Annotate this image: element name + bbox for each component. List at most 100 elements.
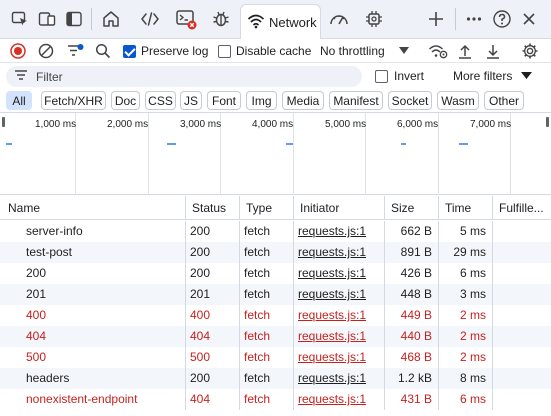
cell-name: headers — [0, 368, 186, 389]
cell-initiator-link[interactable]: requests.js:1 — [294, 305, 385, 326]
table-row[interactable]: 200 200 fetch requests.js:1 426 B6 ms — [0, 263, 551, 284]
overview-right-handle[interactable] — [546, 117, 549, 127]
column-header-initiator[interactable]: Initiator — [294, 196, 385, 220]
cell-time: 8 ms — [439, 368, 493, 389]
cell-name: 200 — [0, 263, 186, 284]
table-row[interactable]: 500 500 fetch requests.js:1 468 B2 ms — [0, 347, 551, 368]
cell-size: 662 B — [385, 221, 439, 242]
chip-js[interactable]: JS — [180, 91, 202, 110]
column-header-type[interactable]: Type — [240, 196, 294, 220]
dock-side-icon[interactable] — [63, 8, 85, 30]
cell-initiator-link[interactable]: requests.js:1 — [294, 242, 385, 263]
timeline-tick-label: 7,000 ms — [470, 119, 512, 130]
cell-size: 440 B — [385, 326, 439, 347]
clear-log-button[interactable] — [38, 41, 54, 61]
column-header-status[interactable]: Status — [186, 196, 240, 220]
chip-all[interactable]: All — [6, 91, 32, 110]
timeline-tick-label: 5,000 ms — [325, 119, 367, 130]
cell-size: 448 B — [385, 284, 439, 305]
cell-status: 200 — [186, 368, 240, 389]
more-options-icon[interactable] — [463, 8, 485, 30]
more-filters-label: More filters — [453, 69, 513, 83]
chip-font[interactable]: Font — [207, 91, 241, 110]
welcome-home-icon[interactable] — [100, 8, 122, 30]
cell-initiator-link[interactable]: requests.js:1 — [294, 368, 385, 389]
preserve-log-checkbox[interactable]: Preserve log — [123, 41, 208, 61]
chip-media[interactable]: Media — [282, 91, 324, 110]
filter-toggle-icon[interactable] — [66, 41, 84, 61]
chip-other[interactable]: Other — [484, 91, 524, 110]
device-emulation-icon[interactable] — [36, 8, 58, 30]
timeline-gridline — [438, 113, 439, 195]
throttling-value: No throttling — [320, 44, 385, 58]
cell-time: 2 ms — [439, 347, 493, 368]
more-tabs-plus-icon[interactable] — [425, 8, 447, 30]
table-row[interactable]: test-post 200 fetch requests.js:1 891 B 29 ms — [0, 242, 551, 263]
column-header-size[interactable]: Size — [385, 196, 439, 220]
preserve-log-check-icon — [123, 44, 136, 58]
cell-type: fetch — [240, 284, 294, 305]
cell-fulfilled-by — [493, 326, 551, 347]
cell-size: 468 B — [385, 347, 439, 368]
network-overview-timeline[interactable]: 1,000 ms 2,000 ms 3,000 ms 4,000 ms 5,00… — [0, 113, 551, 195]
console-icon[interactable] — [175, 8, 197, 30]
elements-code-icon[interactable] — [139, 8, 161, 30]
chip-socket[interactable]: Socket — [388, 91, 432, 110]
more-filters-dropdown[interactable]: More filters — [453, 69, 533, 83]
sources-bug-icon[interactable] — [210, 8, 232, 30]
cell-status: 201 — [186, 284, 240, 305]
cell-name: test-post — [0, 242, 186, 263]
network-toolbar: Preserve log Disable cache No throttling — [0, 39, 551, 63]
inspect-element-icon[interactable] — [9, 8, 31, 30]
cell-initiator-link[interactable]: requests.js:1 — [294, 221, 385, 242]
table-row[interactable]: headers 200 fetch requests.js:1 1.2 kB 8 ms — [0, 368, 551, 389]
overview-left-handle[interactable] — [2, 117, 5, 127]
chip-manifest[interactable]: Manifest — [329, 91, 383, 110]
column-header-time[interactable]: Time — [439, 196, 493, 220]
chip-img[interactable]: Img — [246, 91, 277, 110]
table-row[interactable]: 201 201 fetch requests.js:1 448 B3 ms — [0, 284, 551, 305]
table-row[interactable]: server-info 200 fetch requests.js:1 662 B5 m… — [0, 221, 551, 242]
chevron-down-icon — [521, 69, 533, 83]
cell-initiator-link[interactable]: requests.js:1 — [294, 284, 385, 305]
disable-cache-checkbox[interactable]: Disable cache — [218, 41, 311, 61]
chip-fetch-xhr[interactable]: Fetch/XHR — [41, 91, 106, 110]
column-header-fulfilled-by[interactable]: Fulfille... — [493, 196, 551, 220]
performance-gauge-icon[interactable] — [328, 8, 350, 30]
chip-css[interactable]: CSS — [145, 91, 176, 110]
column-header-name[interactable]: Name — [0, 196, 186, 220]
timeline-tick-label: 4,000 ms — [252, 119, 294, 130]
search-icon[interactable] — [95, 41, 111, 61]
close-devtools-icon[interactable] — [518, 8, 540, 30]
cell-initiator-link[interactable]: requests.js:1 — [294, 326, 385, 347]
network-settings-gear-icon[interactable] — [521, 41, 539, 61]
cell-initiator-link[interactable]: requests.js:1 — [294, 347, 385, 368]
invert-checkbox[interactable]: Invert — [375, 69, 424, 83]
table-row[interactable]: 404 404 fetch requests.js:1 440 B2 ms — [0, 326, 551, 347]
network-conditions-icon[interactable] — [428, 41, 448, 61]
memory-chip-icon[interactable] — [363, 8, 385, 30]
cell-size: 891 B — [385, 242, 439, 263]
filter-icon — [14, 69, 28, 84]
cell-name: nonexistent-endpoint — [0, 389, 186, 410]
invert-label: Invert — [394, 69, 425, 83]
timeline-tick-label: 3,000 ms — [180, 119, 222, 130]
record-stop-button[interactable] — [10, 41, 26, 61]
table-row[interactable]: nonexistent-endpoint 404 fetch requests.js:… — [0, 389, 551, 410]
resource-type-filter: All Fetch/XHR Doc CSS JS Font Img Media … — [0, 89, 551, 113]
chip-doc[interactable]: Doc — [111, 91, 140, 110]
tab-network[interactable]: Network — [240, 4, 321, 39]
timeline-gridline — [293, 113, 294, 195]
timeline-tick-label: 2,000 ms — [107, 119, 149, 130]
cell-initiator-link[interactable]: requests.js:1 — [294, 389, 385, 410]
help-icon[interactable] — [491, 8, 513, 30]
chip-wasm[interactable]: Wasm — [437, 91, 479, 110]
filter-input[interactable]: Filter — [6, 66, 362, 87]
export-har-icon[interactable] — [485, 41, 501, 61]
wifi-icon — [247, 13, 265, 32]
import-har-icon[interactable] — [457, 41, 473, 61]
throttling-select[interactable]: No throttling — [320, 41, 409, 61]
table-row[interactable]: 400 400 fetch requests.js:1 449 B2 ms — [0, 305, 551, 326]
cell-initiator-link[interactable]: requests.js:1 — [294, 263, 385, 284]
tab-separator — [455, 8, 456, 30]
